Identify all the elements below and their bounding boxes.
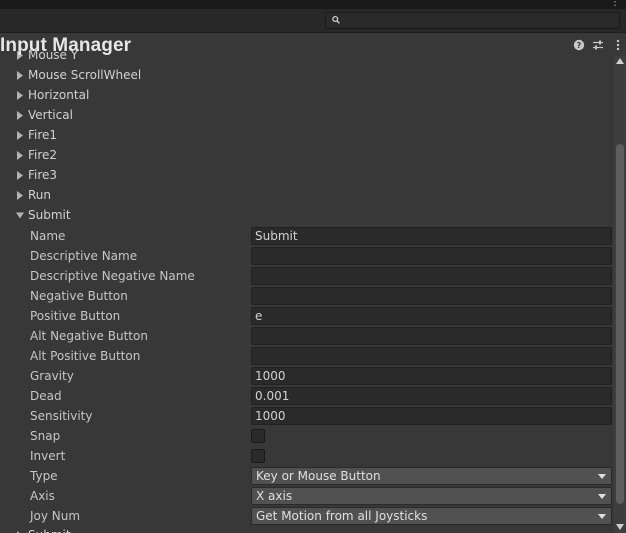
axis-foldout[interactable]: Run: [0, 186, 614, 206]
inspector-title-bar: Input Manager ?: [0, 34, 626, 56]
property-row-gravity: Gravity 1000: [0, 366, 614, 386]
axis-foldout[interactable]: Mouse ScrollWheel: [0, 66, 614, 86]
axis-foldout[interactable]: Submit: [0, 206, 614, 226]
inspector-panel: Mouse Y Mouse ScrollWheel Horizontal Vertic…: [0, 34, 626, 533]
property-label: Sensitivity: [30, 409, 93, 423]
property-label: Dead: [30, 389, 62, 403]
property-row-dead: Dead 0.001: [0, 386, 614, 406]
property-label: Joy Num: [30, 509, 81, 523]
property-row-negative-button: Negative Button: [0, 286, 614, 306]
joy-num-dropdown[interactable]: Get Motion from all Joysticks: [251, 507, 612, 525]
axis-foldout-label: Submit: [28, 208, 71, 222]
dropdown-value: Key or Mouse Button: [256, 469, 381, 483]
page-title: Input Manager: [0, 35, 132, 56]
axis-list: Mouse Y Mouse ScrollWheel Horizontal Vertic…: [0, 46, 614, 533]
property-row-positive-button: Positive Button e: [0, 306, 614, 326]
search-icon: [332, 15, 340, 24]
property-row-descriptive-name: Descriptive Name: [0, 246, 614, 266]
property-label: Axis: [30, 489, 55, 503]
axis-foldout[interactable]: Vertical: [0, 106, 614, 126]
negative-button-field[interactable]: [251, 287, 612, 305]
presets-sliders-icon[interactable]: [592, 39, 604, 51]
caret-right-icon[interactable]: [16, 191, 24, 200]
descriptive-name-field[interactable]: [251, 247, 612, 265]
property-row-name: Name Submit: [0, 226, 614, 246]
caret-right-icon[interactable]: [16, 71, 24, 80]
tab-menu-icon[interactable]: ⋮: [610, 0, 620, 8]
vertical-scrollbar[interactable]: [614, 56, 626, 533]
property-label: Gravity: [30, 369, 74, 383]
property-label: Invert: [30, 449, 66, 463]
property-row-joy-num: Joy Num Get Motion from all Joysticks: [0, 506, 614, 526]
caret-right-icon[interactable]: [16, 131, 24, 140]
property-row-axis: Axis X axis: [0, 486, 614, 506]
scroll-down-arrow-icon[interactable]: [616, 524, 624, 530]
dead-field[interactable]: 0.001: [251, 387, 612, 405]
type-dropdown[interactable]: Key or Mouse Button: [251, 467, 612, 485]
property-label: Negative Button: [30, 289, 128, 303]
gravity-field[interactable]: 1000: [251, 367, 612, 385]
property-row-sensitivity: Sensitivity 1000: [0, 406, 614, 426]
property-label: Type: [30, 469, 58, 483]
axis-foldout-label: Fire2: [28, 148, 58, 162]
scrollbar-thumb[interactable]: [616, 144, 624, 504]
snap-checkbox[interactable]: [251, 429, 265, 443]
axis-foldout[interactable]: Fire2: [0, 146, 614, 166]
property-row-snap: Snap: [0, 426, 614, 446]
property-row-type: Type Key or Mouse Button: [0, 466, 614, 486]
property-label: Alt Positive Button: [30, 349, 141, 363]
axis-foldout[interactable]: Submit: [0, 526, 614, 533]
axis-foldout[interactable]: Horizontal: [0, 86, 614, 106]
alt-positive-button-field[interactable]: [251, 347, 612, 365]
axis-foldout-label: Vertical: [28, 108, 73, 122]
property-label: Descriptive Negative Name: [30, 269, 195, 283]
chevron-down-icon: [598, 494, 606, 499]
property-row-descriptive-negative-name: Descriptive Negative Name: [0, 266, 614, 286]
chevron-down-icon: [598, 514, 606, 519]
axis-foldout-label: Horizontal: [28, 88, 90, 102]
axis-foldout-label: Fire1: [28, 128, 58, 142]
caret-right-icon[interactable]: [16, 91, 24, 100]
scroll-up-arrow-icon[interactable]: [616, 58, 624, 64]
property-label: Positive Button: [30, 309, 121, 323]
axis-dropdown[interactable]: X axis: [251, 487, 612, 505]
name-field[interactable]: Submit: [251, 227, 612, 245]
chevron-down-icon: [598, 474, 606, 479]
caret-right-icon[interactable]: [16, 151, 24, 160]
axis-foldout[interactable]: Fire3: [0, 166, 614, 186]
help-icon[interactable]: ?: [573, 39, 585, 51]
kebab-menu-icon[interactable]: [612, 39, 624, 51]
axis-foldout-label: Submit: [28, 528, 71, 533]
property-label: Alt Negative Button: [30, 329, 148, 343]
property-row-alt-positive-button: Alt Positive Button: [0, 346, 614, 366]
editor-tab-bar: ⋮: [0, 0, 626, 9]
axis-foldout-label: Fire3: [28, 168, 58, 182]
property-label: Snap: [30, 429, 61, 443]
search-input[interactable]: [342, 13, 612, 28]
dropdown-value: Get Motion from all Joysticks: [256, 509, 428, 523]
sensitivity-field[interactable]: 1000: [251, 407, 612, 425]
dropdown-value: X axis: [256, 489, 293, 503]
axis-foldout[interactable]: Fire1: [0, 126, 614, 146]
positive-button-field[interactable]: e: [251, 307, 612, 325]
descriptive-negative-name-field[interactable]: [251, 267, 612, 285]
search-field[interactable]: [325, 12, 620, 29]
axis-foldout-label: Mouse ScrollWheel: [28, 68, 142, 82]
caret-right-icon[interactable]: [16, 171, 24, 180]
invert-checkbox[interactable]: [251, 449, 265, 463]
property-label: Name: [30, 229, 66, 243]
property-row-alt-negative-button: Alt Negative Button: [0, 326, 614, 346]
property-row-invert: Invert: [0, 446, 614, 466]
inspector-toolbar: [0, 9, 626, 33]
caret-right-icon[interactable]: [16, 111, 24, 120]
caret-down-icon[interactable]: [16, 211, 24, 220]
svg-text:?: ?: [577, 41, 582, 50]
alt-negative-button-field[interactable]: [251, 327, 612, 345]
property-label: Descriptive Name: [30, 249, 138, 263]
axis-foldout-label: Run: [28, 188, 52, 202]
